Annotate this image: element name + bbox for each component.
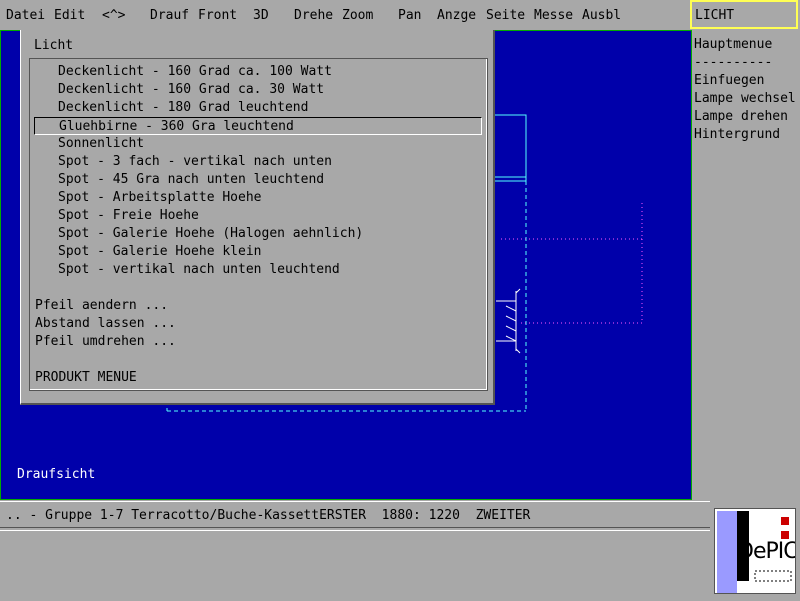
lamp-symbol [496,288,521,354]
action-pfeil-aendern[interactable]: Pfeil aendern ... [35,297,168,315]
menu-seite[interactable]: Seite [486,8,525,23]
light-option[interactable]: Spot - 3 fach - vertikal nach unten [58,153,332,171]
command-panel[interactable] [0,530,710,601]
side-item-hauptmenue[interactable]: Hauptmenue [694,36,800,54]
side-item-einfuegen[interactable]: Einfuegen [694,72,800,90]
status-bar: .. - Gruppe 1-7 Terracotto/Buche-Kassett… [0,501,710,528]
menu-undo-redo[interactable]: <^> [102,8,125,23]
menu-edit[interactable]: Edit [54,8,85,23]
light-option[interactable]: Spot - vertikal nach unten leuchtend [58,261,340,279]
light-option[interactable]: Spot - Arbeitsplatte Hoehe [58,189,262,207]
light-option[interactable]: Deckenlicht - 180 Grad leuchtend [58,99,308,117]
menu-ausbl[interactable]: Ausbl [582,8,621,23]
side-menu: Hauptmenue ---------- Einfuegen Lampe we… [694,36,800,144]
produkt-menue-button[interactable]: PRODUKT MENUE [35,369,137,387]
view-label: Draufsicht [17,467,96,482]
menu-pan[interactable]: Pan [398,8,421,23]
licht-popup: Licht Deckenlicht - 160 Grad ca. 100 Wat… [20,30,495,405]
menu-drehe[interactable]: Drehe [294,8,333,23]
side-item-hintergrund[interactable]: Hintergrund [694,126,800,144]
popup-list: Deckenlicht - 160 Grad ca. 100 Watt Deck… [29,58,488,391]
light-option[interactable]: Spot - 45 Gra nach unten leuchtend [58,171,324,189]
light-option[interactable]: Deckenlicht - 160 Grad ca. 100 Watt [58,63,332,81]
side-item-lampe-drehen[interactable]: Lampe drehen [694,108,800,126]
light-option[interactable]: Spot - Galerie Hoehe (Halogen aehnlich) [58,225,363,243]
logo-wordmark: DePICT [737,539,795,564]
menu-3d[interactable]: 3D [253,8,269,23]
menu-drauf[interactable]: Drauf [150,8,189,23]
light-option-selected[interactable]: Gluehbirne - 360 Gra leuchtend [34,117,482,135]
menu-datei[interactable]: Datei [6,8,45,23]
light-option[interactable]: Sonnenlicht [58,135,144,153]
menu-zoom[interactable]: Zoom [342,8,373,23]
menu-messe[interactable]: Messe [534,8,573,23]
action-pfeil-umdrehen[interactable]: Pfeil umdrehen ... [35,333,176,351]
action-abstand-lassen[interactable]: Abstand lassen ... [35,315,176,333]
light-option[interactable]: Spot - Freie Hoehe [58,207,199,225]
side-item-lampe-wechsel[interactable]: Lampe wechsel [694,90,800,108]
side-separator: ---------- [694,55,773,70]
menu-anzge[interactable]: Anzge [437,8,476,23]
mode-title: LICHT [690,0,798,29]
menu-bar: Datei Edit <^> Drauf Front 3D Drehe Zoom… [0,0,690,31]
light-option[interactable]: Deckenlicht - 160 Grad ca. 30 Watt [58,81,324,99]
status-text: .. - Gruppe 1-7 Terracotto/Buche-Kassett… [6,508,531,523]
popup-title: Licht [34,38,74,53]
light-option[interactable]: Spot - Galerie Hoehe klein [58,243,262,261]
menu-front[interactable]: Front [198,8,237,23]
depict-logo: DePICT [714,508,796,594]
